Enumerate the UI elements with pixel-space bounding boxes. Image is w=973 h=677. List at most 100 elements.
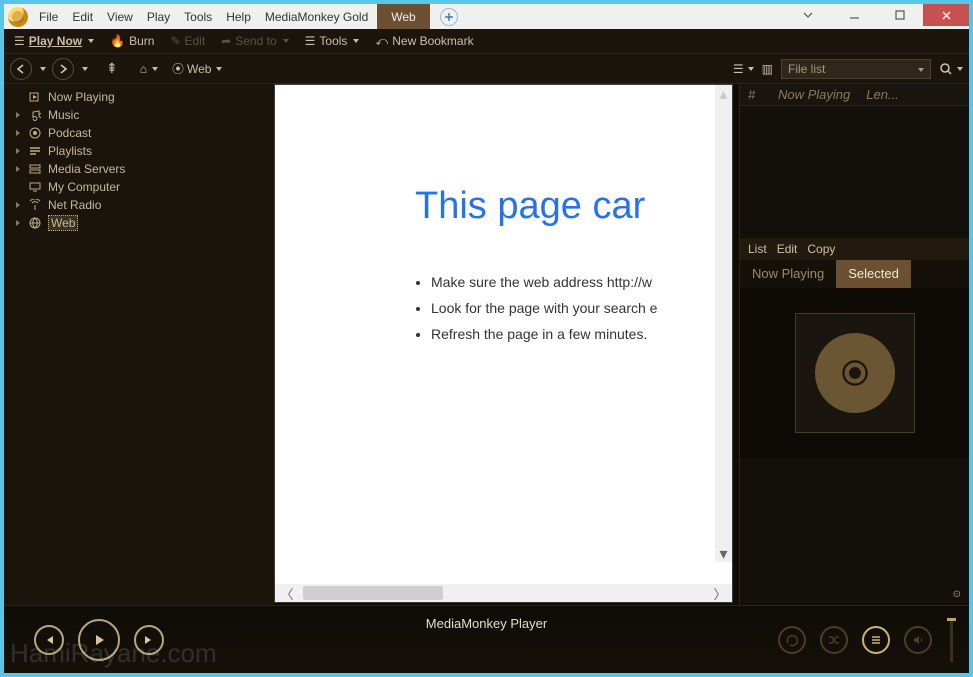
menu-edit[interactable]: Edit <box>65 4 100 29</box>
tree-item-label: Music <box>48 108 79 122</box>
edit-icon: ✎ <box>170 34 180 48</box>
tree-item-playlists[interactable]: Playlists <box>4 142 274 160</box>
tracklist-empty[interactable] <box>740 106 969 238</box>
maximize-button[interactable] <box>877 4 923 26</box>
col-length[interactable]: Len... <box>866 87 899 102</box>
expand-arrow-icon[interactable] <box>14 220 22 226</box>
file-list-dropdown[interactable]: File list <box>781 59 931 79</box>
submenu-copy[interactable]: Copy <box>807 242 835 256</box>
volume-slider-thumb[interactable] <box>947 618 956 621</box>
tree-item-label: Playlists <box>48 144 92 158</box>
breadcrumb-home[interactable]: ⌂ <box>136 62 162 76</box>
submenu-edit[interactable]: Edit <box>777 242 798 256</box>
view-columns-button[interactable]: ▥ <box>762 62 773 76</box>
send-to-button: ➦ Send to <box>217 34 292 48</box>
tools-button[interactable]: ☰ Tools <box>301 34 364 48</box>
col-number[interactable]: # <box>748 87 762 102</box>
art-tabs: Now Playing Selected <box>740 260 969 288</box>
album-cover-placeholder[interactable] <box>795 313 915 433</box>
back-button[interactable] <box>10 58 32 80</box>
tree-item-nowplaying[interactable]: Now Playing <box>4 88 274 106</box>
scroll-up-button[interactable]: ▴ <box>715 85 732 102</box>
volume-slider[interactable] <box>950 618 953 662</box>
tree-item-servers[interactable]: Media Servers <box>4 160 274 178</box>
scroll-left-button[interactable]: 〈 <box>275 584 299 603</box>
now-playing-title: MediaMonkey Player <box>4 616 969 631</box>
action-toolbar: ☰ Play Now 🔥 Burn ✎ Edit ➦ Send to ☰ Too… <box>4 29 969 54</box>
error-suggestion-item: Refresh the page in a few minutes. <box>431 326 657 342</box>
window-controls <box>785 4 969 26</box>
main-menu: File Edit View Play Tools Help MediaMonk… <box>32 4 375 29</box>
vertical-scrollbar[interactable]: ▴ ▾ <box>715 85 732 562</box>
servers-icon <box>28 163 42 175</box>
new-tab-button[interactable] <box>440 8 458 26</box>
search-button[interactable] <box>939 62 963 76</box>
horizontal-scrollbar[interactable]: 〈 〉 <box>275 584 732 602</box>
tab-now-playing[interactable]: Now Playing <box>740 260 836 288</box>
view-list-button[interactable]: ☰ <box>733 62 754 76</box>
tree-item-music[interactable]: Music <box>4 106 274 124</box>
resize-grip-icon[interactable]: ⊙ <box>740 589 969 605</box>
now-playing-pane: # Now Playing Len... List Edit Copy Now … <box>739 84 969 605</box>
tree-item-podcast[interactable]: Podcast <box>4 124 274 142</box>
web-panel: This page car Make sure the web address … <box>274 84 739 605</box>
playlist-icon: ☰ <box>14 34 25 48</box>
tree-item-web[interactable]: Web <box>4 214 274 232</box>
back-history-dropdown[interactable] <box>40 67 46 71</box>
error-suggestions: Make sure the web address http://w Look … <box>415 274 657 342</box>
menu-help[interactable]: Help <box>219 4 258 29</box>
scroll-right-button[interactable]: 〉 <box>708 584 732 603</box>
menu-file[interactable]: File <box>32 4 65 29</box>
menu-view[interactable]: View <box>100 4 140 29</box>
forward-button[interactable] <box>52 58 74 80</box>
scrollbar-thumb[interactable] <box>303 586 443 600</box>
expand-arrow-icon[interactable] <box>14 112 22 118</box>
collection-tree[interactable]: Now Playing Music Podcast Playlists Media Se… <box>4 84 274 605</box>
home-icon: ⌂ <box>140 62 147 76</box>
submenu-list[interactable]: List <box>748 242 767 256</box>
error-heading: This page car <box>415 185 657 228</box>
expand-arrow-icon[interactable] <box>14 148 22 154</box>
bookmark-icon: ⤺ <box>375 34 388 49</box>
chevron-down-icon <box>88 39 94 43</box>
minimize-button[interactable] <box>831 4 877 26</box>
new-bookmark-button[interactable]: ⤺ New Bookmark <box>371 34 477 49</box>
tree-item-label: Now Playing <box>48 90 115 104</box>
chevron-down-icon <box>353 39 359 43</box>
chevron-down-icon <box>152 67 158 71</box>
browser-frame: This page car Make sure the web address … <box>274 84 733 603</box>
tab-web[interactable]: Web <box>377 4 429 29</box>
close-button[interactable] <box>923 4 969 26</box>
web-icon <box>28 217 42 229</box>
burn-icon: 🔥 <box>110 34 125 48</box>
disc-icon <box>815 333 895 413</box>
tree-item-computer[interactable]: My Computer <box>4 178 274 196</box>
error-suggestion-item: Make sure the web address http://w <box>431 274 657 290</box>
titlebar: File Edit View Play Tools Help MediaMonk… <box>4 4 969 29</box>
burn-button[interactable]: 🔥 Burn <box>106 34 158 48</box>
music-icon <box>28 109 42 121</box>
tree-item-radio[interactable]: Net Radio <box>4 196 274 214</box>
playlists-icon <box>28 145 42 157</box>
tools-icon: ☰ <box>305 34 316 48</box>
col-nowplaying[interactable]: Now Playing <box>778 87 850 102</box>
edit-button: ✎ Edit <box>166 34 209 48</box>
expand-arrow-icon[interactable] <box>14 130 22 136</box>
tracklist-header[interactable]: # Now Playing Len... <box>740 84 969 106</box>
up-level-icon[interactable]: ⇞ <box>106 60 118 77</box>
main-content: Now Playing Music Podcast Playlists Media Se… <box>4 84 969 605</box>
help-button[interactable] <box>785 4 831 26</box>
expand-arrow-icon[interactable] <box>14 202 22 208</box>
expand-arrow-icon[interactable] <box>14 166 22 172</box>
menu-play[interactable]: Play <box>140 4 177 29</box>
album-art-area <box>740 288 969 458</box>
menu-tools[interactable]: Tools <box>177 4 219 29</box>
error-suggestion-item: Look for the page with your search e <box>431 300 657 316</box>
play-now-button[interactable]: ☰ Play Now <box>10 34 98 48</box>
forward-history-dropdown[interactable] <box>82 67 88 71</box>
browser-viewport[interactable]: This page car Make sure the web address … <box>275 85 732 584</box>
scroll-down-button[interactable]: ▾ <box>715 545 732 562</box>
breadcrumb-web[interactable]: ⦿ Web <box>168 60 226 77</box>
tab-selected[interactable]: Selected <box>836 260 911 288</box>
menu-mediamonkey-gold[interactable]: MediaMonkey Gold <box>258 4 375 29</box>
